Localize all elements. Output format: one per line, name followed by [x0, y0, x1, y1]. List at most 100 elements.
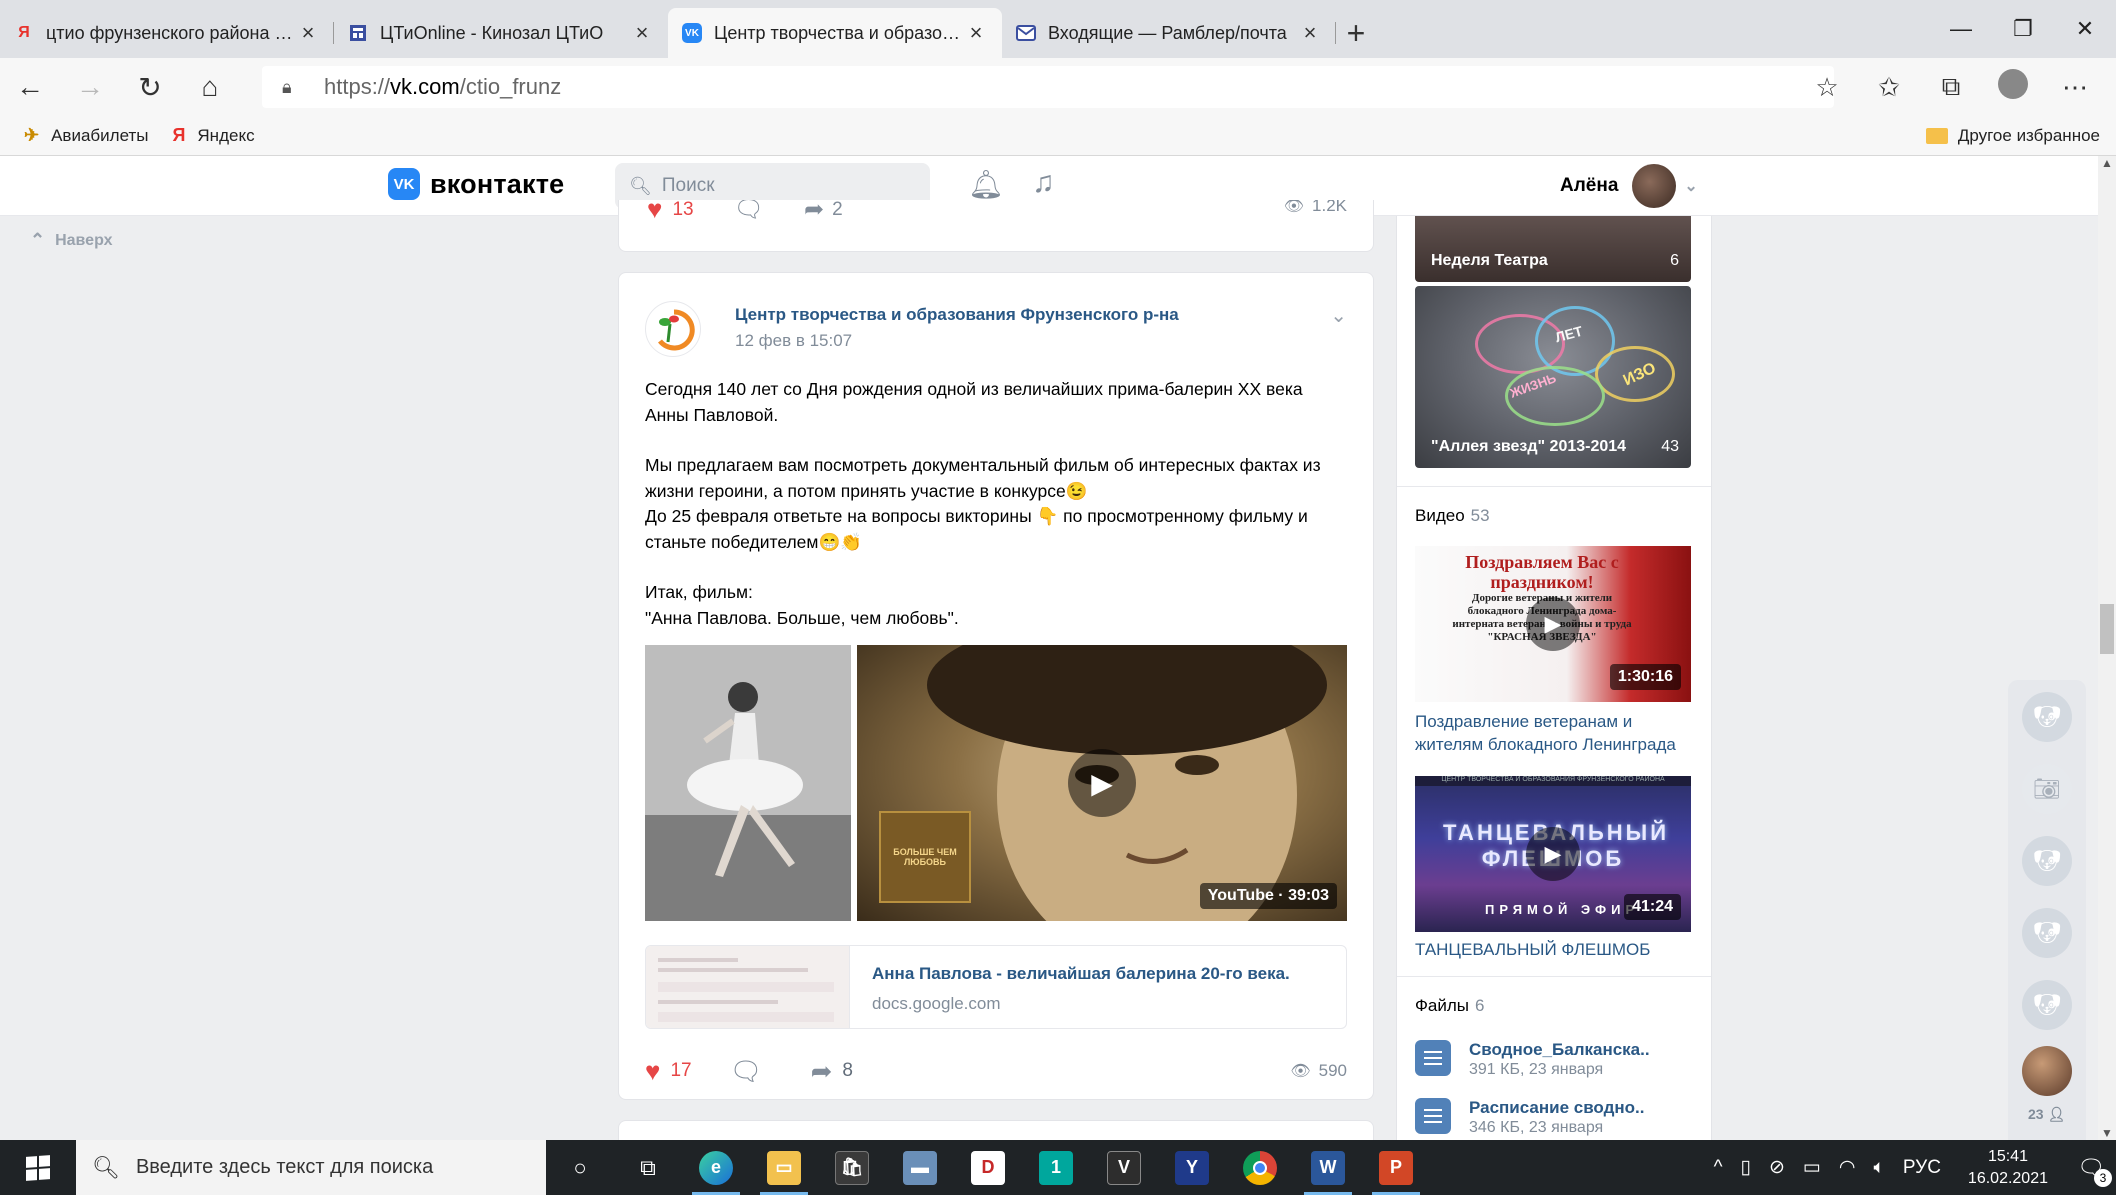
url-field[interactable]: 🔒︎ https://vk.com/ctio_frunz	[262, 66, 1834, 108]
friend-avatar[interactable]: 🐶︎	[2022, 836, 2072, 886]
friend-avatar[interactable]: 🐶︎	[2022, 908, 2072, 958]
yandex-browser-icon[interactable]: Y	[1158, 1140, 1226, 1195]
close-tab-icon[interactable]: ×	[630, 20, 654, 46]
share-button[interactable]: ➦ 8	[811, 1056, 853, 1087]
edge-icon[interactable]: e	[682, 1140, 750, 1195]
notifications-bell-icon[interactable]: 🔔︎	[968, 168, 1004, 201]
clock[interactable]: 15:41 16.02.2021	[1968, 1146, 2048, 1190]
restore-icon[interactable]: ❐	[1992, 0, 2054, 58]
store-icon[interactable]: 🛍︎	[818, 1140, 886, 1195]
video-title-link[interactable]: ТАНЦЕВАЛЬНЫЙ ФЛЕШМОБ	[1415, 938, 1705, 961]
back-icon[interactable]: ←	[0, 58, 60, 116]
chevron-up-icon[interactable]: ^	[1714, 1157, 1723, 1179]
bookmark-label: Авиабилеты	[51, 125, 149, 145]
post-paragraph: Итак, фильм:	[645, 582, 753, 602]
scrollbar-thumb[interactable]	[2100, 604, 2114, 654]
online-friends-count[interactable]: 23 👤︎	[2028, 1106, 2065, 1123]
collections-icon[interactable]: ⧉	[1920, 71, 1982, 103]
comment-icon[interactable]: 🗨︎	[734, 200, 764, 224]
post-author-link[interactable]: Центр творчества и образования Фрунзенск…	[735, 305, 1179, 325]
friend-avatar[interactable]: 📷︎	[2022, 764, 2072, 814]
network-error-icon[interactable]: ⊘	[1769, 1156, 1785, 1179]
link-title[interactable]: Анна Павлова - величайшая балерина 20-го…	[872, 964, 1290, 984]
taskbar-search-input[interactable]: 🔍︎ Введите здесь текст для поиска	[76, 1140, 546, 1195]
ballerina-photo[interactable]	[645, 645, 851, 921]
close-tab-icon[interactable]: ×	[296, 20, 320, 46]
bookmark-yandex[interactable]: Я Яндекс	[172, 125, 254, 146]
album-count: 6	[1670, 252, 1679, 269]
task-view-icon[interactable]: ⧉	[614, 1140, 682, 1195]
browser-tab[interactable]: ЦТиOnline - Кинозал ЦТиО ×	[334, 8, 668, 58]
chrome-icon[interactable]	[1226, 1140, 1294, 1195]
powerpoint-icon[interactable]: P	[1362, 1140, 1430, 1195]
close-tab-icon[interactable]: ×	[964, 20, 988, 46]
app-icon[interactable]: 1	[1022, 1140, 1090, 1195]
play-icon[interactable]: ▶	[1068, 749, 1136, 817]
profile-icon[interactable]	[1982, 68, 2044, 106]
like-button[interactable]: ♥ 17	[645, 1056, 692, 1087]
other-bookmarks-label: Другое избранное	[1957, 126, 2100, 145]
battery-icon[interactable]: ▭	[1803, 1156, 1821, 1179]
group-avatar[interactable]	[645, 301, 701, 357]
action-center-icon[interactable]: 🗨︎ 3	[2066, 1140, 2116, 1195]
add-favorite-icon[interactable]: ☆	[1796, 72, 1858, 103]
youtube-video[interactable]: БОЛЬШЕ ЧЕМ ЛЮБОВЬ ▶ YouTube · 39:03	[857, 645, 1347, 921]
vk-logo[interactable]: VK вконтакте	[388, 168, 564, 200]
play-icon[interactable]: ▶	[1526, 827, 1580, 881]
post-views: 👁︎ 590	[1290, 1061, 1347, 1081]
scroll-to-top-button[interactable]: ⌃ Наверх	[30, 230, 113, 251]
file-item[interactable]: Расписание сводно.. 346 КБ, 23 января	[1415, 1098, 1645, 1138]
post-date[interactable]: 12 фев в 15:07	[735, 331, 852, 351]
friend-avatar[interactable]	[2022, 1046, 2072, 1096]
file-explorer-icon[interactable]: ▭	[750, 1140, 818, 1195]
friend-avatar[interactable]: 🐶︎	[2022, 692, 2072, 742]
page-scrollbar[interactable]: ▲ ▼	[2098, 156, 2116, 1140]
other-bookmarks[interactable]: Другое избранное	[1925, 116, 2100, 156]
comment-button[interactable]: 🗨︎	[730, 1056, 773, 1087]
close-window-icon[interactable]: ✕	[2054, 0, 2116, 58]
music-icon[interactable]: ♫	[1032, 166, 1055, 200]
share-icon[interactable]: ➦	[804, 200, 824, 224]
home-icon[interactable]: ⌂	[180, 58, 240, 116]
photo-album[interactable]: Неделя Театра 6	[1415, 216, 1691, 282]
volume-icon[interactable]: 🔈︎	[1873, 1157, 1884, 1179]
cortana-icon[interactable]: ○	[546, 1140, 614, 1195]
device-icon[interactable]: ▯	[1741, 1156, 1751, 1179]
photos-icon[interactable]: ▬	[886, 1140, 954, 1195]
videos-header[interactable]: Видео 53	[1415, 506, 1490, 526]
media-app-icon[interactable]: D	[954, 1140, 1022, 1195]
chevron-down-icon[interactable]: ⌄	[1330, 303, 1347, 328]
file-name[interactable]: Расписание сводно..	[1469, 1098, 1645, 1118]
scroll-up-icon[interactable]: ▲	[2098, 156, 2116, 170]
favorites-icon[interactable]: ✩	[1858, 72, 1920, 103]
user-menu[interactable]: Алёна ⌄	[1560, 164, 1698, 208]
more-icon[interactable]: ⋯	[2044, 72, 2106, 103]
close-tab-icon[interactable]: ×	[1298, 20, 1322, 46]
bookmark-avia[interactable]: ✈ Авиабилеты	[24, 125, 148, 146]
minimize-icon[interactable]: —	[1930, 0, 1992, 58]
refresh-icon[interactable]: ↻	[120, 58, 180, 116]
video-thumbnail[interactable]: ЦЕНТР ТВОРЧЕСТВА И ОБРАЗОВАНИЯ ФРУНЗЕНСК…	[1415, 776, 1691, 932]
heart-icon[interactable]: ♥	[647, 200, 662, 225]
new-tab-button[interactable]: +	[1336, 8, 1376, 58]
link-attachment[interactable]: Анна Павлова - величайшая балерина 20-го…	[645, 945, 1347, 1029]
file-item[interactable]: Сводное_Балканска.. 391 КБ, 23 января	[1415, 1040, 1650, 1080]
browser-tab[interactable]: Входящие — Рамблер/почта ×	[1002, 8, 1336, 58]
file-name[interactable]: Сводное_Балканска..	[1469, 1040, 1650, 1060]
photo-album[interactable]: ЛЕТ ИЗО ЖИЗНЬ "Аллея звезд" 2013-2014 43	[1415, 286, 1691, 468]
friend-avatar[interactable]: 🐶︎	[2022, 980, 2072, 1030]
start-button[interactable]	[0, 1140, 76, 1195]
forward-icon[interactable]: →	[60, 58, 120, 116]
play-icon[interactable]: ▶	[1526, 597, 1580, 651]
word-icon[interactable]: W	[1294, 1140, 1362, 1195]
browser-tab-active[interactable]: VK Центр творчества и образован ×	[668, 8, 1002, 58]
scroll-down-icon[interactable]: ▼	[2098, 1126, 2116, 1140]
video-title-link[interactable]: Поздравление ветеранам и жителям блокадн…	[1415, 710, 1705, 756]
app-v-icon[interactable]: V	[1090, 1140, 1158, 1195]
browser-tab[interactable]: Я цтио фрунзенского района оф ×	[0, 8, 334, 58]
language-indicator[interactable]: РУС	[1903, 1157, 1941, 1179]
files-header[interactable]: Файлы 6	[1415, 996, 1484, 1016]
wifi-icon[interactable]: ◠	[1839, 1156, 1856, 1179]
video-thumbnail[interactable]: Поздравляем Вас с праздником! Дорогие ве…	[1415, 546, 1691, 702]
lock-icon[interactable]: 🔒︎	[282, 77, 312, 98]
